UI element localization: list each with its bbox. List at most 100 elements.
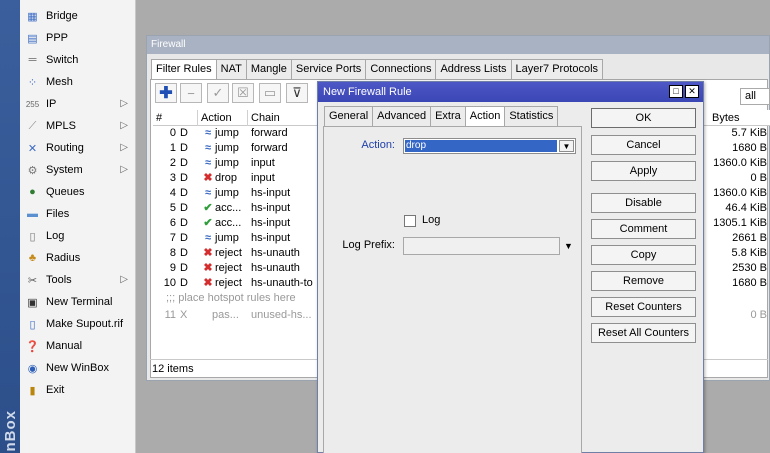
menu-item-tools[interactable]: ✂ Tools ▷ bbox=[20, 269, 136, 291]
tab-service-ports[interactable]: Service Ports bbox=[290, 59, 367, 79]
menu-item-bridge[interactable]: ▦ Bridge bbox=[20, 5, 136, 27]
rule-chain: hs-unauth-to bbox=[251, 277, 313, 289]
tab-nat[interactable]: NAT bbox=[215, 59, 247, 79]
tab-general[interactable]: General bbox=[324, 106, 374, 126]
copy-button[interactable]: Copy bbox=[591, 245, 696, 265]
menu-item-label: MPLS bbox=[46, 120, 76, 132]
enable-icon[interactable]: ✓ bbox=[207, 83, 229, 103]
table-row[interactable]: 10 D ✖ reject hs-unauth-to bbox=[152, 276, 322, 291]
accept-icon: ✔ bbox=[203, 202, 213, 214]
tab-extra[interactable]: Extra bbox=[430, 106, 466, 126]
rule-bytes: 1360.0 KiB bbox=[707, 186, 767, 201]
rule-action: reject bbox=[215, 262, 242, 274]
apply-button[interactable]: Apply bbox=[591, 161, 696, 181]
comment-icon[interactable]: ▭ bbox=[259, 83, 281, 103]
menu-item-new-winbox[interactable]: ◉ New WinBox bbox=[20, 357, 136, 379]
log-prefix-input[interactable] bbox=[403, 237, 560, 255]
tab-action[interactable]: Action bbox=[464, 106, 506, 126]
menu-item-ppp[interactable]: ▤ PPP bbox=[20, 27, 136, 49]
table-row[interactable]: 3 D ✖ drop input bbox=[152, 171, 322, 186]
table-row[interactable]: 7 D ≈ jump hs-input bbox=[152, 231, 322, 246]
menu-item-exit[interactable]: ▮ Exit bbox=[20, 379, 136, 401]
remove-icon[interactable]: − bbox=[180, 83, 202, 103]
tab-statistics[interactable]: Statistics bbox=[504, 106, 559, 126]
action-pane: Action: drop ▼ Log Log Prefix: ▼ bbox=[323, 126, 582, 453]
menu-item-radius[interactable]: ♣ Radius bbox=[20, 247, 136, 269]
table-row[interactable]: 0 D ≈ jump forward bbox=[152, 126, 322, 141]
tab-layer7-protocols[interactable]: Layer7 Protocols bbox=[510, 59, 604, 79]
rule-bytes: 0 B bbox=[750, 309, 767, 321]
reset-all-counters-button[interactable]: Reset All Counters bbox=[591, 323, 696, 343]
close-icon[interactable]: ✕ bbox=[685, 85, 699, 98]
table-row[interactable]: 9 D ✖ reject hs-unauth bbox=[152, 261, 322, 276]
table-row[interactable]: 8 D ✖ reject hs-unauth bbox=[152, 246, 322, 261]
rule-flag: D bbox=[180, 217, 188, 229]
menu-item-queues[interactable]: ● Queues bbox=[20, 181, 136, 203]
tab-filter-rules[interactable]: Filter Rules bbox=[151, 59, 217, 79]
menu-item-system[interactable]: ⚙ System ▷ bbox=[20, 159, 136, 181]
dropdown-arrow-icon[interactable]: ▼ bbox=[564, 241, 573, 251]
table-row[interactable]: 2 D ≈ jump input bbox=[152, 156, 322, 171]
menu-item-make-supout[interactable]: ▯ Make Supout.rif bbox=[20, 313, 136, 335]
filter-select[interactable]: all bbox=[740, 88, 770, 105]
rule-chain: hs-unauth bbox=[251, 262, 300, 274]
menu-item-label: Manual bbox=[46, 340, 83, 352]
firewall-tabs: Filter Rules NAT Mangle Service Ports Co… bbox=[151, 59, 604, 79]
drop-icon: ✖ bbox=[203, 277, 213, 289]
chevron-down-icon[interactable]: ▼ bbox=[559, 140, 574, 152]
column-header-action[interactable]: Action bbox=[198, 110, 248, 126]
rule-action: jump bbox=[215, 127, 239, 139]
add-icon[interactable]: ✚ bbox=[155, 83, 177, 103]
tab-mangle[interactable]: Mangle bbox=[245, 59, 292, 79]
disable-button[interactable]: Disable bbox=[591, 193, 696, 213]
exit-icon: ▮ bbox=[29, 384, 36, 397]
disable-icon[interactable]: ☒ bbox=[232, 83, 254, 103]
table-row[interactable]: 4 D ≈ jump hs-input bbox=[152, 186, 322, 201]
tab-connections[interactable]: Connections bbox=[365, 59, 437, 79]
table-row[interactable]: 6 D ✔ acc... hs-input bbox=[152, 216, 322, 231]
bridge-icon: ▦ bbox=[27, 10, 38, 23]
table-row[interactable]: 1 D ≈ jump forward bbox=[152, 141, 322, 156]
rule-chain: input bbox=[251, 172, 275, 184]
menu-item-switch[interactable]: ═ Switch bbox=[20, 49, 136, 71]
rule-action: pas... bbox=[212, 309, 239, 321]
table-row[interactable]: 5 D ✔ acc... hs-input bbox=[152, 201, 322, 216]
menu-item-routing[interactable]: ✕ Routing ▷ bbox=[20, 137, 136, 159]
rule-number: 3 bbox=[169, 172, 176, 184]
tab-advanced[interactable]: Advanced bbox=[372, 106, 432, 126]
menu-item-mesh[interactable]: ⁘ Mesh bbox=[20, 71, 136, 93]
menu-item-label: New WinBox bbox=[46, 362, 109, 374]
radius-icon: ♣ bbox=[28, 252, 37, 264]
remove-button[interactable]: Remove bbox=[591, 271, 696, 291]
menu-item-label: IP bbox=[46, 98, 57, 110]
column-header-bytes[interactable]: Bytes bbox=[704, 110, 770, 126]
menu-item-files[interactable]: ▬ Files bbox=[20, 203, 136, 225]
ok-button[interactable]: OK bbox=[591, 108, 696, 128]
maximize-icon[interactable]: □ bbox=[669, 85, 683, 98]
menu-item-mpls[interactable]: ⟋ MPLS ▷ bbox=[20, 115, 136, 137]
menu-item-label: Files bbox=[46, 208, 70, 220]
menu-item-ip[interactable]: 255 IP ▷ bbox=[20, 93, 136, 115]
menu-item-manual[interactable]: ❓ Manual bbox=[20, 335, 136, 357]
column-header-chain[interactable]: Chain bbox=[248, 110, 318, 126]
column-header-num[interactable]: # bbox=[153, 110, 198, 126]
rule-action: jump bbox=[215, 187, 239, 199]
rule-action: acc... bbox=[215, 217, 242, 229]
filter-icon[interactable]: ⊽ bbox=[286, 83, 308, 103]
menu-item-label: Exit bbox=[46, 384, 65, 396]
comment-button[interactable]: Comment bbox=[591, 219, 696, 239]
table-row[interactable]: 11 Xpas... unused-hs... bbox=[152, 308, 322, 323]
log-checkbox[interactable] bbox=[404, 215, 416, 227]
reset-counters-button[interactable]: Reset Counters bbox=[591, 297, 696, 317]
rule-action: jump bbox=[215, 142, 239, 154]
rule-bytes: 1360.0 KiB bbox=[707, 156, 767, 171]
action-select[interactable]: drop ▼ bbox=[403, 138, 576, 154]
chevron-right-icon: ▷ bbox=[120, 142, 128, 153]
tab-address-lists[interactable]: Address Lists bbox=[435, 59, 512, 79]
menu-item-label: Queues bbox=[46, 186, 85, 198]
rule-flag: D bbox=[180, 232, 188, 244]
menu-item-label: Switch bbox=[46, 54, 79, 66]
menu-item-new-terminal[interactable]: ▣ New Terminal bbox=[20, 291, 136, 313]
menu-item-log[interactable]: ▯ Log bbox=[20, 225, 136, 247]
cancel-button[interactable]: Cancel bbox=[591, 135, 696, 155]
